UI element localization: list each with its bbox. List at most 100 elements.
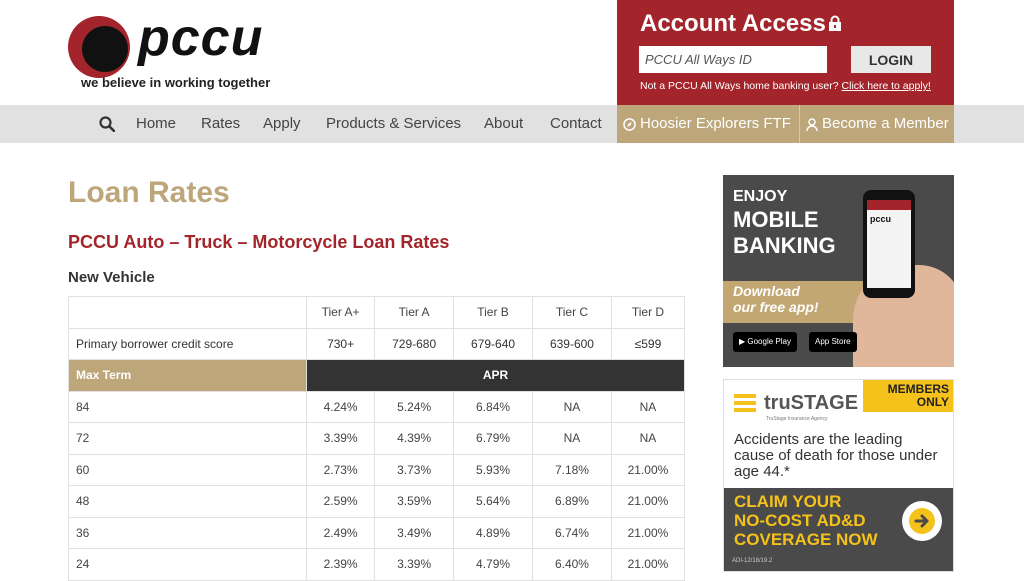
trustage-fine-print: ADI-12/18/19.2 bbox=[732, 558, 773, 564]
tier-header: Tier B bbox=[453, 296, 533, 329]
rate-cell: 4.89% bbox=[453, 516, 533, 549]
rate-cell: 5.24% bbox=[374, 390, 455, 423]
tier-header: Tier A+ bbox=[305, 296, 376, 329]
term-cell: 24 bbox=[68, 548, 307, 581]
login-button[interactable]: LOGIN bbox=[851, 46, 931, 73]
rate-cell: 4.39% bbox=[374, 422, 455, 455]
rate-cell: 3.73% bbox=[374, 453, 455, 486]
term-cell: 72 bbox=[68, 422, 307, 455]
mobile-banking-ad[interactable]: ENJOY MOBILE BANKING Download our free a… bbox=[723, 175, 954, 367]
term-cell: 48 bbox=[68, 485, 307, 518]
rate-cell: 6.74% bbox=[532, 516, 612, 549]
table-header-empty bbox=[68, 296, 307, 329]
max-term-header-row: Max Term APR bbox=[68, 359, 685, 392]
google-play-label: Google Play bbox=[747, 337, 791, 346]
rate-cell: 2.39% bbox=[305, 548, 376, 581]
nav-apply[interactable]: Apply bbox=[263, 105, 301, 143]
phone-image: pccu bbox=[863, 190, 915, 298]
main-nav: Home Rates Apply Products & Services Abo… bbox=[0, 105, 1024, 143]
nav-contact[interactable]: Contact bbox=[550, 105, 602, 143]
term-cell: 60 bbox=[68, 453, 307, 486]
rate-cell: 3.39% bbox=[305, 422, 376, 455]
trustage-logo-icon bbox=[734, 394, 756, 412]
rate-cell: 4.24% bbox=[305, 390, 376, 423]
tier-header: Tier A bbox=[374, 296, 455, 329]
download-line2: our free app! bbox=[733, 299, 819, 315]
claim-line3: COVERAGE NOW bbox=[734, 530, 878, 549]
rate-cell: NA bbox=[532, 390, 612, 423]
credit-score-value: 679-640 bbox=[453, 327, 533, 360]
account-note: Not a PCCU All Ways home banking user? C… bbox=[640, 80, 931, 92]
credit-score-row: Primary borrower credit score 730+ 729-6… bbox=[68, 327, 686, 360]
logo-tagline: we believe in working together bbox=[81, 75, 271, 90]
google-play-badge[interactable]: ▶ Google Play bbox=[733, 332, 797, 352]
account-access-title: Account Access bbox=[640, 10, 826, 37]
rate-cell: 6.79% bbox=[453, 422, 533, 455]
rate-cell: 5.93% bbox=[453, 453, 533, 486]
rate-cell: 3.49% bbox=[374, 516, 455, 549]
rate-cell: 2.73% bbox=[305, 453, 376, 486]
credit-score-label: Primary borrower credit score bbox=[68, 327, 307, 360]
person-icon bbox=[806, 117, 818, 131]
tier-header: Tier D bbox=[610, 296, 686, 329]
rate-cell: 21.00% bbox=[610, 453, 686, 486]
logo-mark bbox=[68, 16, 130, 78]
table-row: 72 3.39% 4.39% 6.79% NA NA bbox=[68, 422, 686, 455]
claim-line1: CLAIM YOUR bbox=[734, 492, 842, 511]
apply-link[interactable]: Click here to apply! bbox=[842, 80, 931, 92]
credit-score-value: 729-680 bbox=[374, 327, 455, 360]
mobile-ad-headline: ENJOY MOBILE BANKING bbox=[733, 189, 836, 257]
sub-title: New Vehicle bbox=[68, 269, 155, 286]
nav-hoosier-label: Hoosier Explorers FTF bbox=[640, 115, 791, 132]
rate-cell: 6.84% bbox=[453, 390, 533, 423]
page-title: Loan Rates bbox=[68, 176, 230, 209]
credit-score-value: 639-600 bbox=[532, 327, 612, 360]
rate-cell: 6.40% bbox=[532, 548, 612, 581]
nav-become-member[interactable]: Become a Member bbox=[800, 105, 954, 143]
rate-cell: 4.79% bbox=[453, 548, 533, 581]
search-icon[interactable] bbox=[99, 116, 115, 132]
credit-score-value: 730+ bbox=[305, 327, 376, 360]
rate-cell: 3.59% bbox=[374, 485, 455, 518]
download-text: Download our free app! bbox=[733, 283, 819, 315]
nav-products-services[interactable]: Products & Services bbox=[326, 105, 461, 143]
pccu-logo[interactable]: pccu we believe in working together bbox=[68, 9, 298, 94]
mobile-ad-enjoy: ENJOY bbox=[733, 188, 788, 205]
apr-label: APR bbox=[306, 359, 685, 392]
trustage-ad[interactable]: MEMBERS ONLY truSTAGE TruStage Insurance… bbox=[723, 379, 954, 572]
nav-home[interactable]: Home bbox=[136, 105, 176, 143]
table-row: 24 2.39% 3.39% 4.79% 6.40% 21.00% bbox=[68, 548, 686, 581]
compass-icon bbox=[623, 117, 636, 131]
claim-text: CLAIM YOUR NO-COST AD&D COVERAGE NOW bbox=[734, 492, 878, 549]
nav-hoosier-explorers[interactable]: Hoosier Explorers FTF bbox=[617, 105, 799, 143]
claim-line2: NO-COST AD&D bbox=[734, 511, 866, 530]
rate-cell: NA bbox=[532, 422, 612, 455]
trustage-message: Accidents are the leading cause of death… bbox=[734, 431, 938, 480]
table-row: 60 2.73% 3.73% 5.93% 7.18% 21.00% bbox=[68, 453, 686, 486]
app-store-badge[interactable]: App Store bbox=[809, 332, 857, 352]
members-line2: ONLY bbox=[916, 395, 949, 409]
trustage-brand: truSTAGE bbox=[764, 392, 859, 414]
credit-score-value: ≤599 bbox=[610, 327, 686, 360]
rate-cell: NA bbox=[610, 390, 686, 423]
rate-cell: 7.18% bbox=[532, 453, 612, 486]
all-ways-id-input[interactable] bbox=[639, 46, 827, 73]
table-row: 48 2.59% 3.59% 5.64% 6.89% 21.00% bbox=[68, 485, 686, 518]
nav-rates[interactable]: Rates bbox=[201, 105, 240, 143]
account-access-panel: Account Access LOGIN Not a PCCU All Ways… bbox=[617, 0, 954, 105]
table-row: 84 4.24% 5.24% 6.84% NA NA bbox=[68, 390, 686, 423]
table-header-row: Tier A+ Tier A Tier B Tier C Tier D bbox=[68, 296, 686, 329]
arrow-right-icon[interactable] bbox=[902, 501, 942, 541]
download-line1: Download bbox=[733, 283, 800, 299]
members-only-text: MEMBERS ONLY bbox=[888, 383, 949, 409]
tier-header: Tier C bbox=[532, 296, 612, 329]
rate-cell: 6.89% bbox=[532, 485, 612, 518]
app-store-label: App Store bbox=[815, 337, 851, 346]
rate-cell: 21.00% bbox=[610, 516, 686, 549]
nav-about[interactable]: About bbox=[484, 105, 523, 143]
rate-cell: 3.39% bbox=[374, 548, 455, 581]
phone-screen-logo: pccu bbox=[870, 214, 892, 224]
mobile-ad-line1: MOBILE bbox=[733, 207, 819, 232]
rate-cell: 2.49% bbox=[305, 516, 376, 549]
table-row: 36 2.49% 3.49% 4.89% 6.74% 21.00% bbox=[68, 516, 686, 549]
